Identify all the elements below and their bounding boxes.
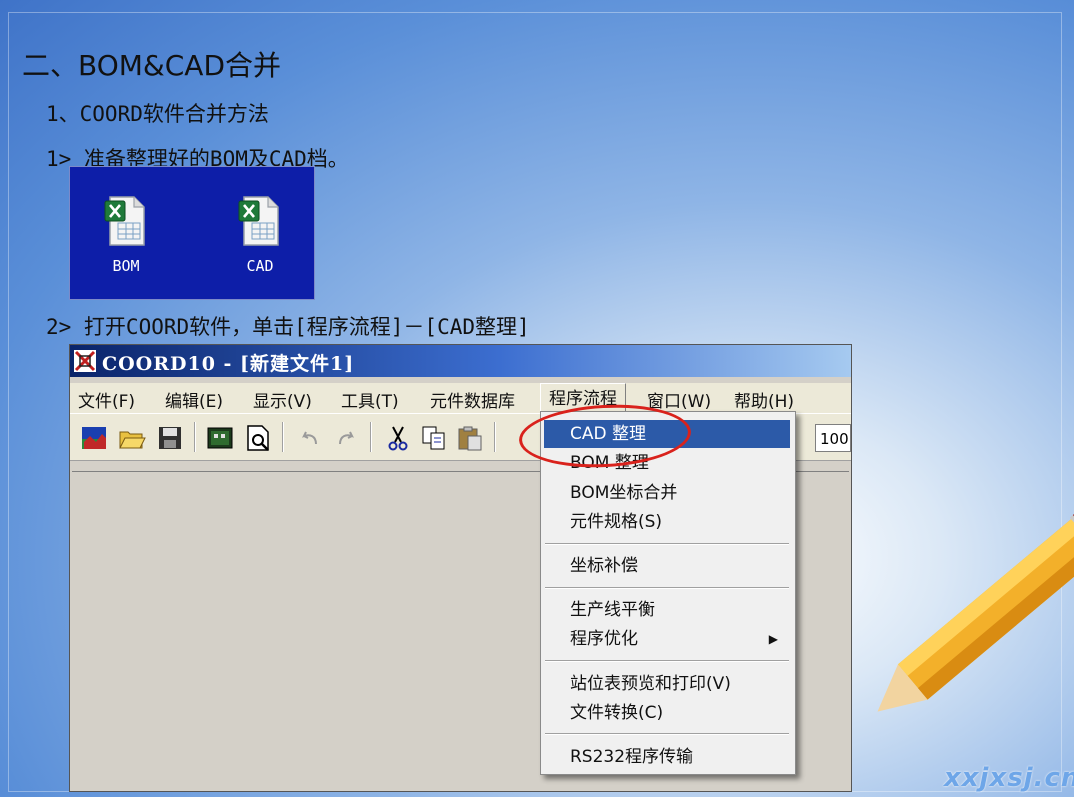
excel-file-icon	[238, 195, 282, 247]
redo-icon[interactable]	[332, 424, 360, 452]
menu-item-file-convert[interactable]: 文件转换(C)	[544, 699, 790, 727]
menu-item-station-preview-print[interactable]: 站位表预览和打印(V)	[544, 670, 790, 698]
board-view-icon[interactable]	[206, 424, 234, 452]
excel-file-icon	[104, 195, 148, 247]
cut-icon[interactable]	[384, 424, 412, 452]
paste-icon[interactable]	[456, 424, 484, 452]
print-preview-icon[interactable]	[244, 424, 272, 452]
title-bar[interactable]: COORD10 - [新建文件1]	[70, 345, 851, 377]
menu-item-line-balance[interactable]: 生产线平衡	[544, 596, 790, 624]
desktop-panel: BOM CAD	[69, 166, 315, 300]
save-icon[interactable]	[156, 424, 184, 452]
menu-help[interactable]: 帮助(H)	[734, 387, 794, 412]
toolbar-separator	[282, 422, 284, 452]
toolbar-separator	[494, 422, 496, 452]
menu-separator	[545, 543, 789, 545]
window-title: COORD10 - [新建文件1]	[102, 353, 355, 375]
menu-item-program-optimize[interactable]: 程序优化 ▶	[544, 625, 790, 653]
menu-separator	[545, 660, 789, 662]
step-1-text: 1、COORD软件合并方法	[46, 102, 269, 126]
app-logo-icon	[74, 350, 96, 372]
bom-file[interactable]: BOM	[96, 195, 156, 275]
pencil-icon	[877, 503, 1074, 712]
new-file-icon[interactable]	[80, 424, 108, 452]
menu-tools[interactable]: 工具(T)	[341, 387, 399, 412]
cad-file[interactable]: CAD	[230, 195, 290, 275]
menu-edit[interactable]: 编辑(E)	[165, 387, 223, 412]
bom-file-label: BOM	[112, 257, 140, 275]
menu-item-coord-compensation[interactable]: 坐标补偿	[544, 552, 790, 580]
cad-file-label: CAD	[246, 257, 274, 275]
toolbar-separator	[194, 422, 196, 452]
menu-separator	[545, 733, 789, 735]
open-folder-icon[interactable]	[118, 424, 146, 452]
menu-item-program-optimize-label: 程序优化	[570, 629, 638, 649]
copy-icon[interactable]	[420, 424, 448, 452]
zoom-input[interactable]: 100	[815, 424, 851, 452]
undo-icon[interactable]	[296, 424, 324, 452]
menu-view[interactable]: 显示(V)	[253, 387, 312, 412]
menu-bar: 文件(F) 编辑(E) 显示(V) 工具(T) 元件数据库 程序流程 窗口(W)…	[70, 383, 851, 414]
step-3-text: 2> 打开COORD软件，单击[程序流程]－[CAD整理]	[46, 315, 530, 339]
slide-heading: 二、BOM&CAD合并	[22, 49, 282, 82]
submenu-arrow-icon: ▶	[768, 632, 778, 646]
menu-item-component-spec[interactable]: 元件规格(S)	[544, 508, 790, 536]
menu-file[interactable]: 文件(F)	[78, 387, 135, 412]
menu-component-db[interactable]: 元件数据库	[430, 387, 515, 412]
menu-item-bom-coord-merge[interactable]: BOM坐标合并	[544, 479, 790, 507]
menu-item-rs232-transfer[interactable]: RS232程序传输	[544, 743, 790, 771]
toolbar-separator	[370, 422, 372, 452]
watermark-text: xxjxsj.cn	[944, 763, 1074, 793]
menu-separator	[545, 587, 789, 589]
